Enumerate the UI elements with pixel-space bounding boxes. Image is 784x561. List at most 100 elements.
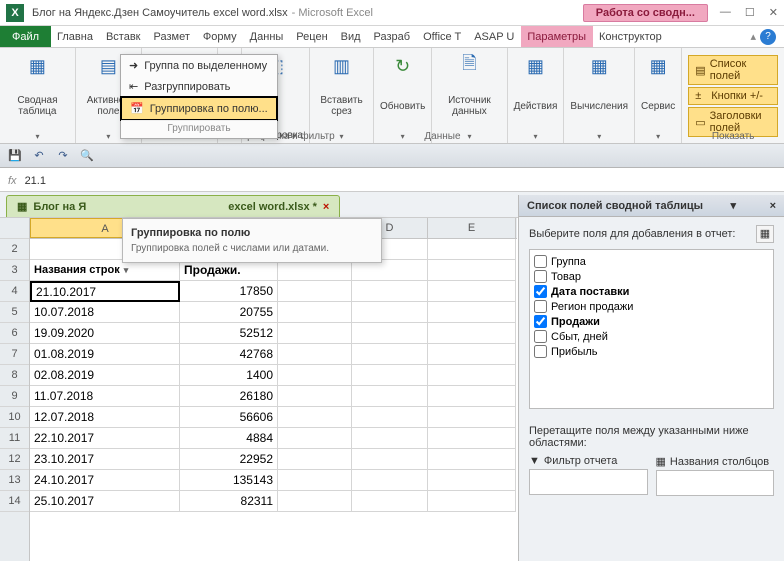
- tab-constructor[interactable]: Конструктор: [593, 26, 669, 47]
- workbook-tab-active[interactable]: ▦ Блог на Я excel word.xlsx * ×: [6, 195, 340, 217]
- rowh-11[interactable]: 11: [0, 428, 29, 449]
- btn-pmbuttons[interactable]: ±Кнопки +/-: [688, 87, 778, 105]
- table-row[interactable]: 01.08.201942768: [30, 344, 517, 365]
- menu-3[interactable]: Форму: [197, 26, 244, 47]
- menu-1[interactable]: Вставк: [100, 26, 148, 47]
- field-Группа[interactable]: Группа: [532, 254, 771, 269]
- fx-icon[interactable]: fx: [0, 175, 25, 187]
- field-Сбыт, дней[interactable]: Сбыт, дней: [532, 329, 771, 344]
- gear-icon[interactable]: ▦: [756, 225, 774, 243]
- rg-tools[interactable]: ▦Сервис▾: [635, 48, 682, 143]
- pivot-rowheader[interactable]: Названия строк▾: [30, 260, 180, 281]
- dd-ungroup[interactable]: ⇤Разгруппировать: [121, 76, 277, 97]
- table-row[interactable]: 21.10.201717850: [30, 281, 517, 302]
- table-row[interactable]: 22.10.20174884: [30, 428, 517, 449]
- pane-title: Список полей сводной таблицы▾×: [519, 195, 784, 217]
- menu-9[interactable]: ASAP U: [468, 26, 521, 47]
- redo-icon[interactable]: ↷: [54, 147, 72, 165]
- rowh-9[interactable]: 9: [0, 386, 29, 407]
- rg-actions[interactable]: ▦Действия▾: [508, 48, 565, 143]
- rg-source[interactable]: 🗎Источник данных▾Данные: [432, 48, 507, 143]
- rowh-7[interactable]: 7: [0, 344, 29, 365]
- maximize-icon[interactable]: ☐: [745, 6, 755, 19]
- dd-group-field[interactable]: 📅Группировка по полю...: [120, 96, 278, 121]
- rg-slicer[interactable]: ▥Вставить срез▾Сортировка и фильтр: [310, 48, 374, 143]
- rowh-4[interactable]: 4: [0, 281, 29, 302]
- table-row[interactable]: 23.10.201722952: [30, 449, 517, 470]
- table-row[interactable]: 19.09.202052512: [30, 323, 517, 344]
- pivot-valheader[interactable]: Продажи.: [180, 260, 278, 281]
- rg-show: ▤Список полей ±Кнопки +/- ▭Заголовки пол…: [682, 48, 784, 143]
- filter-icon: ▼: [529, 455, 540, 467]
- close-icon[interactable]: ✕: [769, 6, 778, 19]
- field-list: ГруппаТоварДата поставкиРегион продажиПр…: [529, 249, 774, 409]
- rg-refresh[interactable]: ↻Обновить▾: [374, 48, 432, 143]
- help-icon[interactable]: ?: [760, 29, 776, 45]
- minimize-ribbon-icon[interactable]: ▴: [750, 30, 756, 43]
- undo-icon[interactable]: ↶: [30, 147, 48, 165]
- table-row[interactable]: 25.10.201782311: [30, 491, 517, 512]
- btn-fieldlist[interactable]: ▤Список полей: [688, 55, 778, 85]
- table-row[interactable]: 10.07.201820755: [30, 302, 517, 323]
- list-icon: ▤: [695, 64, 705, 76]
- menu-2[interactable]: Размет: [148, 26, 197, 47]
- plusminus-icon: ±: [695, 90, 707, 102]
- menu-5[interactable]: Рецен: [290, 26, 334, 47]
- box-filter[interactable]: ▼Фильтр отчета: [529, 455, 648, 496]
- dd-footer: Группировать: [121, 120, 277, 138]
- table-row[interactable]: 11.07.201826180: [30, 386, 517, 407]
- field-Товар[interactable]: Товар: [532, 269, 771, 284]
- menu-4[interactable]: Данны: [244, 26, 291, 47]
- dd-group-selection[interactable]: ➜Группа по выделенному: [121, 55, 277, 76]
- rowh-2[interactable]: 2: [0, 239, 29, 260]
- field-Регион продажи[interactable]: Регион продажи: [532, 299, 771, 314]
- group-dropdown: ➜Группа по выделенному ⇤Разгруппировать …: [120, 54, 278, 139]
- header-icon: ▭: [695, 116, 705, 128]
- table-row[interactable]: 24.10.2017135143: [30, 470, 517, 491]
- box-columns[interactable]: ▦Названия столбцов: [656, 455, 775, 496]
- group-label-data: Данные: [372, 131, 512, 142]
- ungroup-icon: ⇤: [129, 80, 138, 93]
- menu-8[interactable]: Office T: [417, 26, 468, 47]
- formula-value[interactable]: 21.1: [25, 175, 46, 187]
- file-tab[interactable]: Файл: [0, 26, 51, 47]
- pane-close-icon[interactable]: ×: [770, 200, 776, 212]
- rowh-12[interactable]: 12: [0, 449, 29, 470]
- rowh-3[interactable]: 3: [0, 260, 29, 281]
- menu-7[interactable]: Разраб: [368, 26, 418, 47]
- field-Дата поставки[interactable]: Дата поставки: [532, 284, 771, 299]
- grid[interactable]: A B C D E Названия строк▾Продажи. 21.10.…: [30, 218, 517, 561]
- group-label-show: Показать: [682, 131, 784, 142]
- rowh-5[interactable]: 5: [0, 302, 29, 323]
- quick-access-toolbar: 💾 ↶ ↷ 🔍: [0, 144, 784, 168]
- row-headers: 234567891011121314: [0, 218, 30, 561]
- context-tab-title: Работа со сводн...: [583, 4, 708, 22]
- minimize-icon[interactable]: —: [720, 6, 731, 19]
- tooltip-desc: Группировка полей с числами или датами.: [131, 243, 373, 254]
- rowh-10[interactable]: 10: [0, 407, 29, 428]
- chevron-down-icon[interactable]: ▾: [124, 265, 129, 276]
- tab-close-icon[interactable]: ×: [323, 201, 329, 213]
- col-E[interactable]: E: [428, 218, 516, 238]
- menu-6[interactable]: Вид: [335, 26, 368, 47]
- table-row[interactable]: 12.07.201856606: [30, 407, 517, 428]
- rg-pivot[interactable]: ▦Сводная таблица▾: [0, 48, 76, 143]
- chevron-down-icon[interactable]: ▾: [731, 199, 737, 212]
- rowh-13[interactable]: 13: [0, 470, 29, 491]
- save-icon[interactable]: 💾: [6, 147, 24, 165]
- rowh-14[interactable]: 14: [0, 491, 29, 512]
- field-Продажи[interactable]: Продажи: [532, 314, 771, 329]
- tab-params[interactable]: Параметры: [521, 26, 593, 47]
- rowh-[interactable]: [0, 218, 29, 239]
- rowh-8[interactable]: 8: [0, 365, 29, 386]
- excel-doc-icon: ▦: [17, 200, 27, 213]
- tooltip-title: Группировка по полю: [131, 227, 373, 239]
- field-Прибыль[interactable]: Прибыль: [532, 344, 771, 359]
- rg-calc[interactable]: ▦Вычисления▾: [564, 48, 635, 143]
- preview-icon[interactable]: 🔍: [78, 147, 96, 165]
- menu-0[interactable]: Главна: [51, 26, 100, 47]
- drag-hint: Перетащите поля между указанными ниже об…: [519, 417, 784, 504]
- rowh-6[interactable]: 6: [0, 323, 29, 344]
- table-row[interactable]: 02.08.20191400: [30, 365, 517, 386]
- ribbon: ▦Сводная таблица▾ ▤Активное поле▾ ➜Групп…: [0, 48, 784, 144]
